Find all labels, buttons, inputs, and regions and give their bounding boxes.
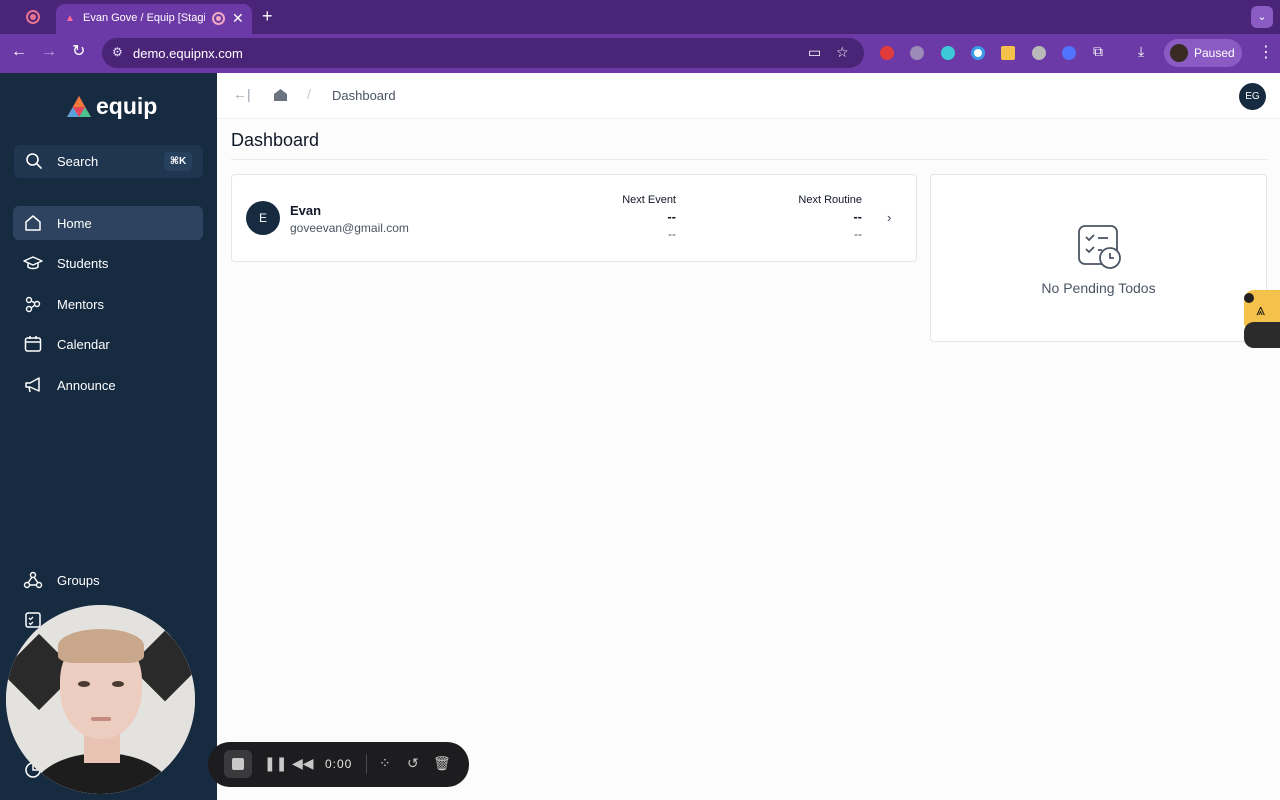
back-arrow-icon[interactable]: ← [11,42,27,62]
todo-clock-icon [1078,225,1121,269]
stop-recording-button[interactable] [224,750,252,778]
home-icon [25,215,41,231]
groups-icon [23,571,43,589]
calendar-icon [24,336,42,352]
breadcrumb-dashboard[interactable]: Dashboard [332,88,396,103]
extension-4-icon[interactable] [971,46,985,60]
next-routine-sub: -- [854,227,862,241]
next-event-sub: -- [668,227,676,241]
next-event-label: Next Event [622,194,676,206]
grid-icon[interactable]: ⁘ [379,754,391,772]
address-bar[interactable]: ⚙ demo.equipnx.com ▭ ☆ [102,38,864,68]
sidebar-item-label: Groups [57,573,100,588]
camera-icon[interactable]: ▭ [808,44,821,61]
sidebar-item-students[interactable]: Students [13,246,203,280]
next-event-value: -- [667,209,676,224]
title-divider [231,159,1267,160]
forward-arrow-icon[interactable]: → [41,42,57,62]
sidebar-item-announce[interactable]: Announce [13,368,203,402]
sidebar-item-groups[interactable]: Groups [13,563,203,597]
browser-menu-icon[interactable]: ⋮ [1258,42,1274,62]
reload-icon[interactable]: ↻ [72,42,85,62]
extension-5-icon[interactable] [1001,46,1015,60]
sidebar-item-label: Mentors [57,297,104,312]
webcam-person-hair [58,629,144,663]
search-icon [26,153,42,169]
webcam-person-mouth [91,717,111,721]
download-icon[interactable]: ⤓ [1138,43,1144,60]
sidebar-item-home[interactable]: Home [13,206,203,240]
user-summary-card[interactable]: E Evan goveevan@gmail.com Next Event -- … [231,174,917,262]
extension-3-icon[interactable] [941,46,955,60]
equip-favicon-icon: ▲ [65,13,75,24]
extension-logo-icon: ⩓ [1256,302,1266,319]
sidebar-item-mentors[interactable]: Mentors [13,287,203,321]
collapse-sidebar-icon[interactable]: ←| [233,86,251,102]
breadcrumb-separator: / [307,86,311,102]
todos-panel: No Pending Todos [930,174,1267,342]
profile-button[interactable]: Paused [1164,39,1242,67]
top-bar: ←| / Dashboard EG [217,73,1280,119]
search-shortcut: ⌘K [164,152,192,171]
sidebar-item-calendar[interactable]: Calendar [13,327,203,361]
page-title: Dashboard [231,130,320,150]
profile-status: Paused [1194,46,1235,60]
bookmark-star-icon[interactable]: ☆ [836,44,849,61]
site-settings-icon[interactable]: ⚙ [112,45,123,59]
profile-avatar [1170,44,1188,62]
tab-search-chevron-icon[interactable]: ⌄ [1251,6,1273,28]
pause-icon[interactable]: ❚❚ [264,754,287,772]
restart-icon[interactable]: ↺ [407,754,419,772]
browser-tab-active[interactable]: ▲ Evan Gove / Equip [Staging] ✕ [56,4,252,34]
user-card-avatar: E [246,201,280,235]
user-card-name: Evan [290,203,322,218]
webcam-overlay[interactable] [6,605,195,794]
graduation-cap-icon [23,256,43,270]
recorder-divider [366,754,367,774]
url-text: demo.equipnx.com [133,46,243,61]
sidebar-item-label: Students [57,256,109,271]
sidebar-item-label: Announce [57,378,116,393]
users-icon [25,296,41,313]
tab-title: Evan Gove / Equip [Staging] [83,12,205,24]
browser-toolbar: ← → ↻ ⚙ demo.equipnx.com ▭ ☆ ⧉ ⤓ Paused … [0,34,1280,73]
main-content: ←| / Dashboard EG Dashboard E Evan govee… [217,73,1280,800]
chevron-right-icon[interactable]: › [887,210,891,225]
search-label: Search [57,154,99,169]
webcam-person-eye [112,681,124,687]
extension-2-icon[interactable] [910,46,924,60]
extensions-puzzle-icon[interactable]: ⧉ [1093,43,1103,60]
extension-7-icon[interactable] [1062,46,1076,60]
sidebar-item-label: Calendar [57,337,110,352]
webcam-person-eye [78,681,90,687]
floating-assistant-widget[interactable] [1244,322,1280,348]
tab-recording-icon [212,12,225,25]
sidebar-item-label: Home [57,216,92,231]
recorder-controls: ❚❚ ◀◀ 0:00 ⁘ ↺ 🗑 [208,742,469,787]
next-routine-value: -- [853,209,862,224]
extension-6-icon[interactable] [1032,46,1046,60]
breadcrumb-home-icon[interactable] [273,88,288,102]
recording-indicator-icon [26,10,40,24]
megaphone-icon [25,377,40,393]
rewind-icon[interactable]: ◀◀ [292,754,314,772]
logo-text: equip [96,93,158,119]
delete-icon[interactable]: 🗑 [433,754,451,772]
search-button[interactable]: Search ⌘K [14,145,203,178]
extension-1-icon[interactable] [880,46,894,60]
close-tab-icon[interactable]: ✕ [232,10,244,26]
user-avatar[interactable]: EG [1239,83,1266,110]
next-routine-label: Next Routine [798,194,862,206]
recording-time: 0:00 [325,757,353,771]
new-tab-icon[interactable]: + [262,6,273,26]
equip-logo-mark-icon [67,96,91,117]
no-todos-text: No Pending Todos [1041,280,1156,296]
browser-tab-strip: ▲ Evan Gove / Equip [Staging] ✕ + ⌄ [0,0,1280,34]
user-card-email: goveevan@gmail.com [290,221,409,235]
floating-widget-dot [1244,293,1254,303]
